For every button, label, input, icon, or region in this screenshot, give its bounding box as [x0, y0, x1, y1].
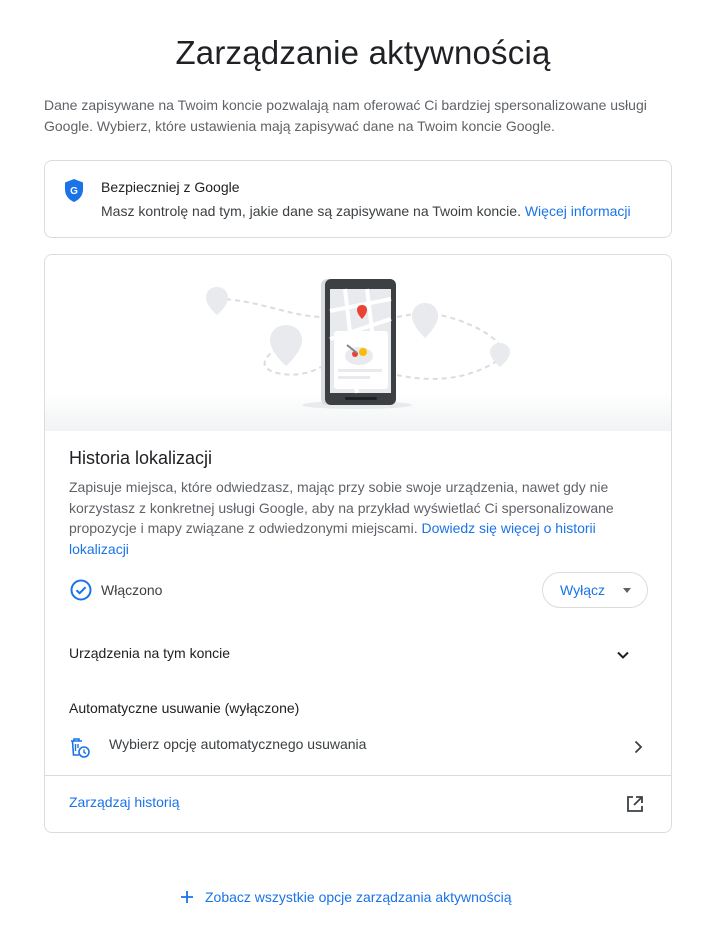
svg-text:G: G — [70, 186, 78, 197]
manage-history-label: Zarządzaj historią — [69, 794, 180, 810]
turn-off-button-label: Wyłącz — [560, 582, 605, 598]
manage-history-link[interactable]: Zarządzaj historią — [45, 776, 671, 832]
chevron-right-icon — [634, 740, 643, 754]
status-label: Włączono — [101, 582, 163, 598]
see-all-activity-controls-link[interactable]: Zobacz wszystkie opcje zarządzania aktyw… — [180, 886, 512, 908]
page-title: Zarządzanie aktywnością — [175, 34, 551, 71]
turn-off-button[interactable]: Wyłącz — [542, 572, 648, 608]
check-circle-icon — [70, 579, 92, 601]
location-history-title: Historia lokalizacji — [69, 448, 213, 468]
location-history-description: Zapisuje miejsca, które odwiedzasz, mają… — [69, 479, 614, 557]
see-all-label: Zobacz wszystkie opcje zarządzania aktyw… — [205, 889, 512, 905]
devices-expander[interactable]: Urządzenia na tym koncie — [45, 635, 671, 673]
google-shield-icon: G — [65, 179, 83, 202]
page-intro: Dane zapisywane na Twoim koncie pozwalaj… — [44, 97, 647, 134]
plus-icon — [181, 891, 193, 903]
location-history-card: Historia lokalizacji Zapisuje miejsca, k… — [44, 254, 672, 833]
learn-more-link[interactable]: Więcej informacji — [525, 203, 631, 219]
auto-delete-option-label: Wybierz opcję automatycznego usuwania — [109, 736, 367, 752]
safety-card-description: Masz kontrolę nad tym, jakie dane są zap… — [101, 203, 631, 219]
auto-delete-icon — [71, 738, 90, 758]
chevron-down-icon — [617, 651, 629, 659]
open-in-new-icon — [627, 796, 643, 812]
dropdown-caret-icon — [623, 588, 631, 593]
phone-map-illustration — [45, 255, 671, 431]
auto-delete-title: Automatyczne usuwanie (wyłączone) — [69, 700, 300, 716]
safety-card: G Bezpieczniej z Google Masz kontrolę na… — [44, 160, 672, 238]
safety-card-title: Bezpieczniej z Google — [101, 179, 240, 195]
devices-label: Urządzenia na tym koncie — [69, 645, 231, 661]
auto-delete-option-row[interactable]: Wybierz opcję automatycznego usuwania — [45, 729, 671, 765]
